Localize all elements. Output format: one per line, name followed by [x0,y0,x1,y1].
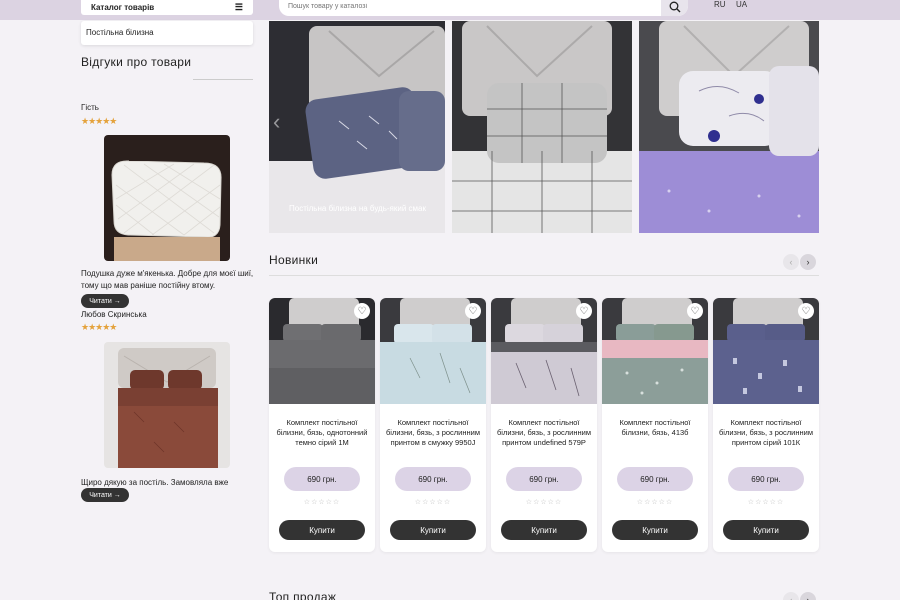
divider [193,79,253,80]
rating-stars: ☆☆☆☆☆ [303,499,341,506]
chevron-right-icon: › [806,257,810,267]
product-card[interactable]: ♡ Комплект постільної білизни, бязь, одн… [269,298,375,552]
hamburger-icon: ☰ [234,2,243,12]
catalog-dropdown-item[interactable]: Постільна білизна [81,21,253,45]
prev-button[interactable]: ‹ [783,592,799,600]
favorite-button[interactable]: ♡ [576,303,592,319]
favorite-button[interactable]: ♡ [798,303,814,319]
heart-icon: ♡ [468,305,478,317]
review-author: Любов Скринська [81,310,147,319]
search-icon [669,1,680,12]
hero-banner-1[interactable]: ‹ Постільна білизна на будь-який смак [269,21,445,233]
chevron-left-icon[interactable]: ‹ [273,109,280,135]
heart-icon: ♡ [690,305,700,317]
review-author: Гість [81,103,99,112]
review-stars: ★★★★★ [81,322,117,332]
review-image-bedding [104,342,230,468]
chevron-right-icon: › [806,595,810,600]
product-name[interactable]: Комплект постільної білизни, бязь, з рос… [717,418,815,450]
divider [269,275,819,276]
hero-banner-3[interactable] [639,21,819,233]
buy-button[interactable]: Купити [279,520,365,540]
heart-icon: ♡ [579,305,589,317]
read-more-button[interactable]: Читати → [81,294,129,308]
product-name[interactable]: Комплект постільної білизни, бязь, з рос… [384,418,482,450]
product-name[interactable]: Комплект постільної білизни, бязь, однот… [273,418,371,450]
search-button[interactable] [661,0,688,16]
heart-icon: ♡ [357,305,367,317]
hero-banner-2[interactable] [452,21,632,233]
review-stars: ★★★★★ [81,116,117,126]
search-bar [279,0,688,16]
buy-button[interactable]: Купити [390,520,476,540]
search-input[interactable] [279,3,661,10]
rating-stars: ☆☆☆☆☆ [636,499,674,506]
favorite-button[interactable]: ♡ [354,303,370,319]
catalog-button[interactable]: Каталог товарів ☰ [81,0,253,15]
buy-button[interactable]: Купити [501,520,587,540]
hero-caption: Постільна білизна на будь-який смак [289,204,426,213]
next-button[interactable]: › [800,592,816,600]
product-card[interactable]: ♡ Комплект постільної білизни, бязь, з р… [491,298,597,552]
product-price: 690 грн. [728,467,804,491]
reviews-title: Відгуки про товари [81,55,192,69]
review-text: Подушка дуже м'якенька. Добре для моєї ш… [81,269,254,290]
novelties-title: Новинки [269,253,319,267]
product-card[interactable]: ♡ Комплект постільної білизни, бязь, 413… [602,298,708,552]
product-name[interactable]: Комплект постільної білизни, бязь, 413б [606,418,704,450]
chevron-left-icon: ‹ [789,257,793,267]
lang-ua-link[interactable]: UA [736,0,747,9]
favorite-button[interactable]: ♡ [465,303,481,319]
lang-ru-link[interactable]: RU [714,0,726,9]
buy-button[interactable]: Купити [612,520,698,540]
product-price: 690 грн. [395,467,471,491]
top-sales-title: Топ продаж [269,590,337,600]
product-card[interactable]: ♡ Комплект постільної білизни, бязь, з р… [380,298,486,552]
favorite-button[interactable]: ♡ [687,303,703,319]
product-name[interactable]: Комплект постільної білизни, бязь, з рос… [495,418,593,450]
product-price: 690 грн. [617,467,693,491]
product-card[interactable]: ♡ Комплект постільної білизни, бязь, з р… [713,298,819,552]
catalog-label: Каталог товарів [91,3,155,12]
product-price: 690 грн. [506,467,582,491]
buy-button[interactable]: Купити [723,520,809,540]
review-image-pillow [104,135,230,261]
rating-stars: ☆☆☆☆☆ [747,499,785,506]
heart-icon: ♡ [801,305,811,317]
chevron-left-icon: ‹ [789,595,793,600]
product-price: 690 грн. [284,467,360,491]
prev-button[interactable]: ‹ [783,254,799,270]
rating-stars: ☆☆☆☆☆ [414,499,452,506]
rating-stars: ☆☆☆☆☆ [525,499,563,506]
read-more-button[interactable]: Читати → [81,488,129,502]
next-button[interactable]: › [800,254,816,270]
